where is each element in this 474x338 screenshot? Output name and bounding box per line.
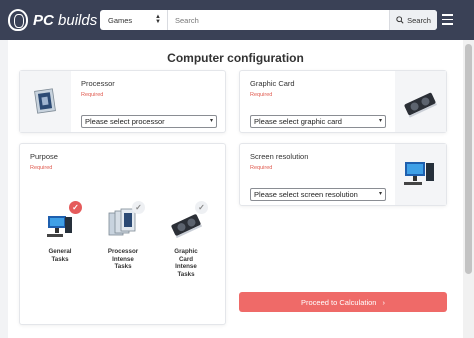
category-select[interactable]: Games ▲ ▼ [100, 10, 168, 30]
purpose-option-label: General Tasks [48, 248, 72, 263]
configuration-panel: Computer configuration Processor Require… [8, 40, 463, 338]
checkmark-icon: ✓ [69, 201, 82, 214]
processor-required: Required [81, 92, 104, 98]
dropdown-arrow-icon: ▾ [209, 118, 213, 124]
processor-select-value: Please select processor [85, 117, 165, 126]
updown-arrows-icon: ▲ ▼ [155, 14, 161, 25]
purpose-label: Purpose [30, 152, 58, 161]
search-button-label: Search [407, 15, 431, 25]
processor-label: Processor [81, 79, 115, 88]
resolution-select[interactable]: Please select screen resolution ▾ [250, 188, 386, 201]
resolution-select-value: Please select screen resolution [254, 190, 358, 199]
graphic-card-select-value: Please select graphic card [254, 117, 342, 126]
processor-select[interactable]: Please select processor ▾ [81, 115, 217, 128]
resolution-image [395, 144, 446, 205]
purpose-option-processor[interactable]: ✓ Processor Intense Tasks [98, 201, 148, 271]
graphic-card-required: Required [250, 92, 273, 98]
desktop-pc-icon: ✓ [38, 201, 82, 245]
dropdown-arrow-icon: ▾ [378, 191, 382, 197]
dropdown-arrow-icon: ▾ [378, 118, 382, 124]
chevron-right-icon: › [382, 297, 385, 307]
search-bar: Games ▲ ▼ Search [100, 10, 437, 30]
graphic-card-select[interactable]: Please select graphic card ▾ [250, 115, 386, 128]
checkmark-icon: ✓ [195, 201, 208, 214]
processor-card: Processor Required Please select process… [19, 70, 226, 133]
top-navbar: PC builds Games ▲ ▼ Search [0, 0, 474, 40]
search-input[interactable] [168, 10, 389, 30]
processors-icon: ✓ [101, 201, 145, 245]
purpose-card: Purpose Required ✓ General Tasks ✓ Proce… [19, 143, 226, 325]
purpose-option-graphics[interactable]: ✓ Graphic Card Intense Tasks [161, 201, 211, 278]
graphic-card-card: Graphic Card Required Please select grap… [239, 70, 447, 133]
logo-icon [8, 9, 28, 31]
graphics-card-icon: ✓ [164, 201, 208, 245]
checkmark-icon: ✓ [132, 201, 145, 214]
processor-image [20, 71, 71, 132]
resolution-required: Required [250, 165, 273, 171]
proceed-button-label: Proceed to Calculation [301, 297, 377, 307]
search-icon [396, 16, 404, 24]
logo-text: PC builds [33, 11, 98, 29]
graphic-card-label: Graphic Card [250, 79, 295, 88]
purpose-option-label: Processor Intense Tasks [107, 248, 139, 270]
page-title: Computer configuration [167, 51, 304, 65]
scrollbar-thumb[interactable] [465, 44, 472, 274]
menu-icon[interactable] [442, 14, 453, 25]
proceed-button[interactable]: Proceed to Calculation › [239, 292, 447, 312]
resolution-card: Screen resolution Required Please select… [239, 143, 447, 206]
search-button[interactable]: Search [389, 10, 437, 30]
purpose-option-general[interactable]: ✓ General Tasks [35, 201, 85, 263]
purpose-option-label: Graphic Card Intense Tasks [174, 248, 198, 278]
purpose-required: Required [30, 165, 53, 171]
site-logo[interactable]: PC builds [8, 8, 97, 32]
graphic-card-image [395, 71, 446, 132]
category-select-value: Games [108, 15, 133, 25]
resolution-label: Screen resolution [250, 152, 309, 161]
